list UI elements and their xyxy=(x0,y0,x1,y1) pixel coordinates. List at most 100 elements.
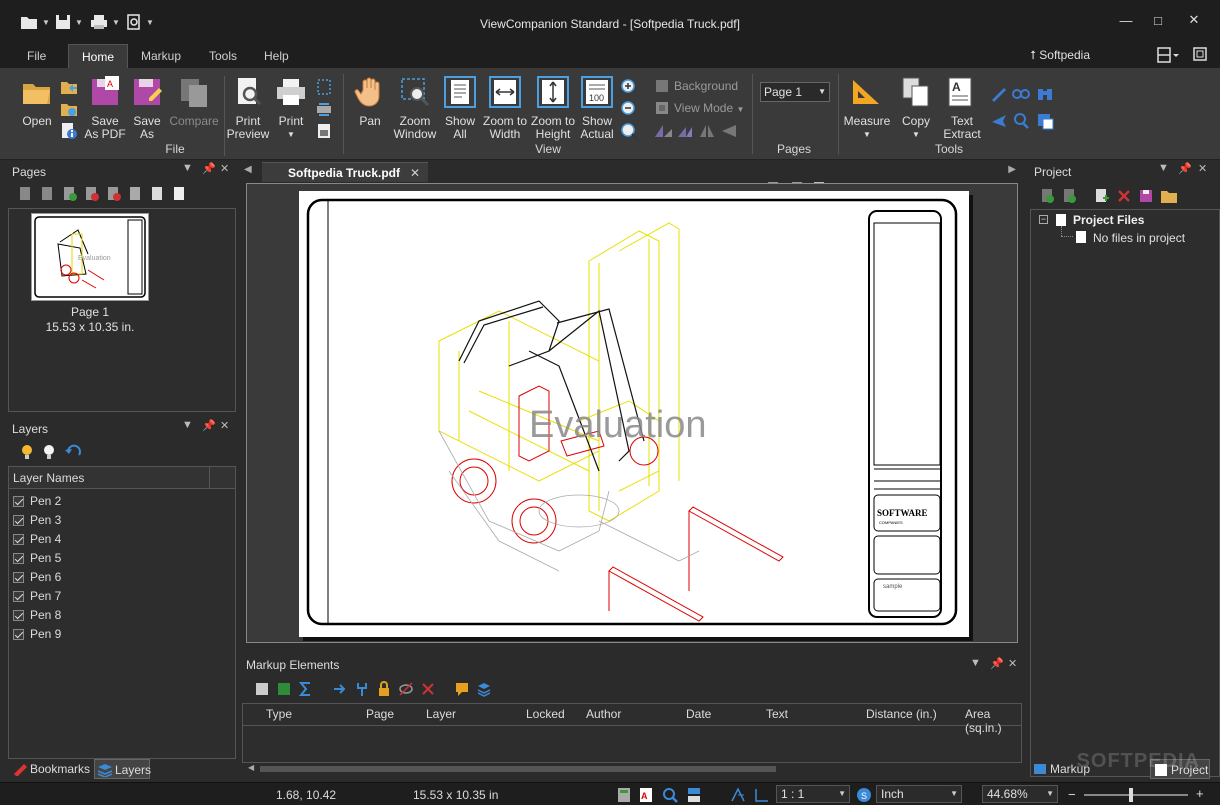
page-paste-icon[interactable] xyxy=(172,186,188,202)
layer-row[interactable]: Pen 2 xyxy=(13,492,61,511)
show-all-button[interactable]: Show All xyxy=(442,76,478,141)
pin-icon[interactable]: 📌 xyxy=(202,419,216,432)
zoom-selector[interactable]: 44.68% ▼ xyxy=(982,785,1058,803)
page-delete-icon[interactable] xyxy=(40,186,56,202)
file-info-button[interactable] xyxy=(60,122,78,140)
page-selector[interactable]: Page 1 ▼ xyxy=(760,82,830,102)
text-extract-button[interactable]: A Text Extract xyxy=(942,76,982,141)
pan-button[interactable]: Pan xyxy=(352,76,388,128)
quick-save-button[interactable]: ▼ xyxy=(55,12,83,32)
quick-open-button[interactable]: ▼ xyxy=(20,12,50,32)
page-blank-icon[interactable] xyxy=(128,186,144,202)
plot-button[interactable] xyxy=(315,122,333,140)
layer-checkbox[interactable] xyxy=(13,515,24,526)
layer-row[interactable]: Pen 8 xyxy=(13,606,61,625)
project-remove-icon[interactable] xyxy=(1116,188,1132,204)
panel-menu-arrow[interactable]: ▼ xyxy=(182,162,193,174)
layer-checkbox[interactable] xyxy=(13,629,24,640)
project-add-icon[interactable] xyxy=(1094,188,1110,204)
open-button[interactable]: Open xyxy=(18,76,56,128)
search-button[interactable] xyxy=(1012,112,1030,130)
tab-markup[interactable]: Markup xyxy=(128,44,194,68)
ortho-icon[interactable] xyxy=(754,787,770,803)
print-preview-button[interactable]: Print Preview xyxy=(226,76,270,141)
layer-checkbox[interactable] xyxy=(13,496,24,507)
layer-row[interactable]: Pen 3 xyxy=(13,511,61,530)
scale-selector[interactable]: 1 : 1 ▼ xyxy=(776,785,850,803)
tab-home[interactable]: Home xyxy=(68,44,129,68)
background-button[interactable]: Background xyxy=(674,79,738,93)
recent-files-button[interactable] xyxy=(60,78,78,96)
view-mode-button[interactable]: View Mode ▼ xyxy=(674,101,744,115)
copy-button[interactable]: Copy ▼ xyxy=(898,76,934,141)
layer-row[interactable]: Pen 5 xyxy=(13,549,61,568)
calculator-icon[interactable] xyxy=(616,787,632,803)
rotate-right-button[interactable] xyxy=(676,123,694,141)
page-copy-icon[interactable] xyxy=(150,186,166,202)
print-setup-button[interactable] xyxy=(315,78,333,96)
glasses-button[interactable] xyxy=(1012,84,1030,102)
zoom-previous-button[interactable] xyxy=(620,122,638,140)
project-save-icon[interactable] xyxy=(1138,188,1154,204)
project-sync-icon[interactable] xyxy=(1062,188,1078,204)
window-layout-button[interactable] xyxy=(1192,46,1208,65)
tab-file[interactable]: File xyxy=(14,44,59,68)
panel-menu-arrow[interactable]: ▼ xyxy=(1158,162,1169,174)
markup-excel-icon[interactable] xyxy=(276,681,292,697)
layer-checkbox[interactable] xyxy=(13,553,24,564)
tab-bookmarks[interactable]: Bookmarks xyxy=(10,759,92,779)
copy-dropdown-arrow[interactable]: ▼ xyxy=(898,128,934,141)
layer-row[interactable]: Pen 6 xyxy=(13,568,61,587)
close-icon[interactable]: ✕ xyxy=(220,419,229,432)
split-view-icon[interactable] xyxy=(686,787,702,803)
comment-icon[interactable] xyxy=(454,681,470,697)
column-author[interactable]: Author xyxy=(586,707,621,721)
open-url-button[interactable] xyxy=(60,100,78,118)
lightbulb-off-icon[interactable] xyxy=(42,444,56,460)
quick-print-button[interactable]: ▼ xyxy=(90,12,120,32)
arrow-right-icon[interactable] xyxy=(332,681,348,697)
zoom-to-height-button[interactable]: Zoom to Height xyxy=(530,76,576,141)
drawing-sheet[interactable]: SOFTWARE COMPANIES sample Evaluation xyxy=(299,191,969,637)
tab-layers[interactable]: Layers xyxy=(94,759,151,779)
scroll-left-icon[interactable]: ◀ xyxy=(248,763,254,772)
column-page[interactable]: Page xyxy=(366,707,394,721)
document-tab[interactable]: Softpedia Truck.pdf ✕ xyxy=(262,162,429,183)
pen-tool-button[interactable] xyxy=(990,84,1008,102)
page-insert-icon[interactable] xyxy=(18,186,34,202)
compare-files-button[interactable] xyxy=(1036,112,1054,130)
close-button[interactable]: ✕ xyxy=(1182,10,1206,30)
mirror-button[interactable] xyxy=(698,123,716,141)
layer-row[interactable]: Pen 4 xyxy=(13,530,61,549)
quick-preview-button[interactable]: ▼ xyxy=(126,12,154,32)
zoom-to-width-button[interactable]: Zoom to Width xyxy=(482,76,528,141)
layer-row[interactable]: Pen 7 xyxy=(13,587,61,606)
project-files-node[interactable]: Project Files xyxy=(1073,213,1144,227)
column-text[interactable]: Text xyxy=(766,707,788,721)
pin-icon[interactable]: 📌 xyxy=(202,162,216,175)
minimize-button[interactable]: — xyxy=(1114,10,1138,30)
save-as-pdf-button[interactable]: A Save As PDF xyxy=(84,76,126,141)
panel-menu-arrow[interactable]: ▼ xyxy=(970,657,981,669)
markup-list-icon[interactable] xyxy=(254,681,270,697)
compare-button[interactable]: Compare xyxy=(168,76,220,128)
layer-row[interactable]: Pen 9 xyxy=(13,625,61,644)
page-add-icon[interactable] xyxy=(62,186,78,202)
zoom-slider-thumb[interactable] xyxy=(1129,788,1133,802)
layer-checkbox[interactable] xyxy=(13,572,24,583)
sum-icon[interactable] xyxy=(298,681,314,697)
close-icon[interactable]: ✕ xyxy=(1008,657,1017,670)
save-as-button[interactable]: Save As xyxy=(130,76,164,141)
column-distance[interactable]: Distance (in.) xyxy=(866,707,937,721)
units-selector[interactable]: Inch ▼ xyxy=(876,785,962,803)
close-tab-icon[interactable]: ✕ xyxy=(410,163,420,183)
project-refresh-icon[interactable] xyxy=(1040,188,1056,204)
tabs-scroll-right[interactable]: ▶ xyxy=(1008,164,1016,175)
measure-button[interactable]: Measure ▼ xyxy=(842,76,892,141)
column-area[interactable]: Area (sq.in.) xyxy=(965,707,1022,735)
page-thumbnail[interactable]: Evaluation xyxy=(31,213,149,301)
hide-icon[interactable] xyxy=(398,681,414,697)
column-type[interactable]: Type xyxy=(266,707,292,721)
zoom-out-button[interactable] xyxy=(620,100,638,118)
panel-menu-arrow[interactable]: ▼ xyxy=(182,419,193,431)
